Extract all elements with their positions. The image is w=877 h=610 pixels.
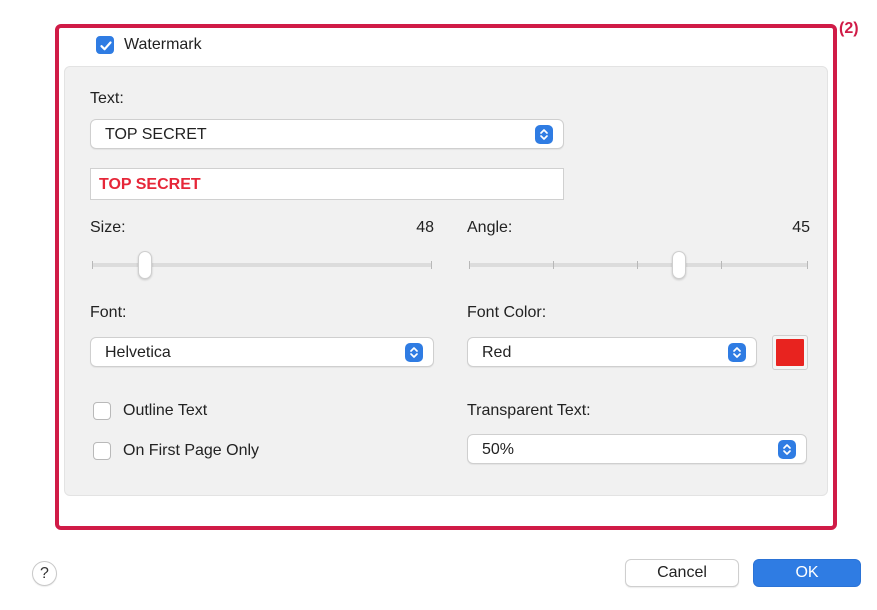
font-color-value: Red [482, 344, 512, 361]
size-value: 48 [416, 219, 434, 236]
font-color-popup[interactable]: Red [467, 337, 757, 367]
watermark-label: Watermark [124, 36, 202, 53]
watermark-text-field[interactable]: TOP SECRET [90, 168, 564, 200]
chevron-up-down-icon [535, 125, 553, 144]
chevron-up-down-icon [778, 440, 796, 459]
first-page-only-label: On First Page Only [123, 442, 260, 459]
transparent-text-value: 50% [482, 441, 515, 458]
font-value: Helvetica [105, 344, 171, 361]
first-page-only-checkbox[interactable] [93, 442, 111, 460]
text-preset-value: TOP SECRET [105, 126, 207, 143]
checkmark-icon [100, 41, 112, 51]
chevron-up-down-icon [728, 343, 746, 362]
ok-button[interactable]: OK [753, 559, 861, 587]
angle-value: 45 [792, 219, 810, 236]
size-slider-knob[interactable] [138, 251, 152, 279]
watermark-checkbox[interactable] [96, 36, 114, 54]
angle-label: Angle: [467, 219, 513, 236]
size-label: Size: [90, 219, 126, 236]
text-label: Text: [90, 90, 124, 107]
text-preset-popup[interactable]: TOP SECRET [90, 119, 564, 149]
transparent-text-popup[interactable]: 50% [467, 434, 807, 464]
size-slider[interactable] [90, 251, 434, 279]
watermark-text-value: TOP SECRET [99, 176, 201, 193]
chevron-up-down-icon [405, 343, 423, 362]
font-popup[interactable]: Helvetica [90, 337, 434, 367]
angle-slider-knob[interactable] [672, 251, 686, 279]
transparent-text-label: Transparent Text: [467, 402, 591, 419]
font-color-label: Font Color: [467, 304, 547, 321]
outline-text-label: Outline Text [123, 402, 208, 419]
annotation-callout: (2) [839, 20, 859, 37]
font-label: Font: [90, 304, 127, 321]
font-color-swatch[interactable] [772, 335, 808, 370]
angle-slider[interactable] [467, 251, 810, 279]
help-button[interactable]: ? [32, 561, 57, 586]
outline-text-checkbox[interactable] [93, 402, 111, 420]
cancel-button[interactable]: Cancel [625, 559, 739, 587]
color-swatch-fill [776, 339, 804, 366]
